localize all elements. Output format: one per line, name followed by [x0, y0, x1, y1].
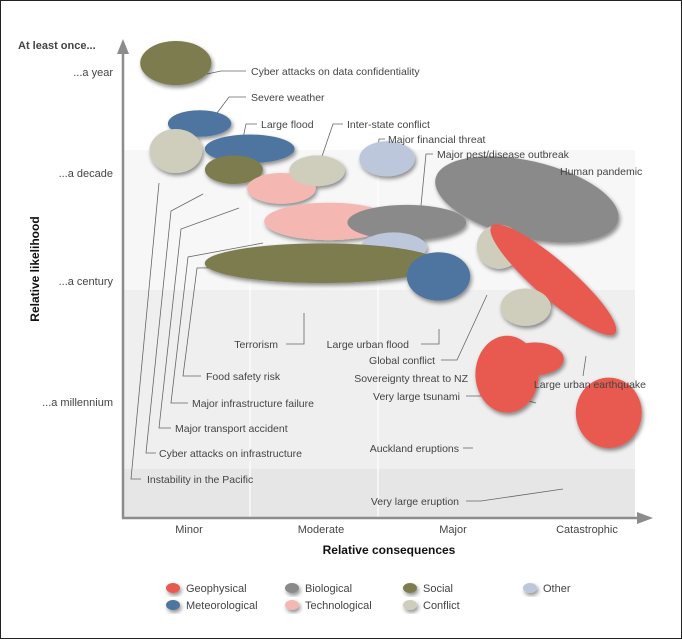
risk-bubble-large-urban-flood — [406, 252, 471, 301]
legend-swatch-technological — [285, 600, 299, 610]
x-axis-title: Relative consequences — [323, 543, 456, 557]
risk-label: Large urban earthquake — [534, 379, 646, 391]
risk-label: Major pest/disease outbreak — [437, 149, 570, 161]
legend-label-conflict: Conflict — [423, 600, 460, 612]
y-header: At least once... — [18, 40, 96, 52]
risk-label: Very large eruption — [371, 496, 459, 508]
risk-label: Major transport accident — [175, 423, 288, 435]
legend-label-meteorological: Meteorological — [186, 600, 258, 612]
risk-label: Auckland eruptions — [370, 443, 459, 455]
risk-label: Severe weather — [251, 92, 325, 104]
legend-label-other: Other — [543, 583, 571, 595]
x-tick-label: Major — [439, 524, 467, 536]
risk-label: Human pandemic — [560, 166, 642, 178]
risk-label: Major infrastructure failure — [192, 398, 314, 410]
y-tick-label: ...a year — [73, 67, 113, 79]
risk-bubble-instability-in-the-pacific — [149, 129, 203, 173]
y-tick-label: ...a decade — [59, 168, 113, 180]
risk-label: Sovereignty threat to NZ — [354, 373, 468, 385]
risk-bubble-inter-state-conflict — [289, 155, 345, 187]
risk-label: Very large tsunami — [373, 391, 460, 403]
risk-label: Cyber attacks on data confidentiality — [251, 66, 420, 78]
figure-frame: At least once... ...a year ...a decade .… — [0, 0, 682, 639]
y-tick-label: ...a millennium — [42, 397, 113, 409]
risk-label: Global conflict — [369, 355, 435, 367]
risk-label: Cyber attacks on infrastructure — [159, 448, 302, 460]
risk-bubble-major-financial-threat — [359, 141, 415, 177]
risk-label: Major financial threat — [388, 134, 486, 146]
risk-bubble-auckland-eruptions — [475, 335, 539, 413]
risk-bubble-terrorism — [204, 243, 440, 283]
risk-bubble-cyber-attacks-on-data-confidentiality — [140, 41, 212, 85]
risk-label: Inter-state conflict — [347, 119, 430, 131]
leader-cyber-data — [206, 70, 246, 75]
risk-label: Large urban flood — [327, 339, 409, 351]
risk-bubble-sovereignty-threat-to-nz — [500, 288, 551, 326]
x-axis-arrow-icon — [637, 512, 653, 524]
y-tick-label: ...a century — [59, 276, 114, 288]
legend-label-technological: Technological — [305, 600, 372, 612]
legend-label-geophysical: Geophysical — [186, 583, 247, 595]
legend-swatch-geophysical — [166, 583, 180, 593]
x-tick-label: Minor — [175, 524, 203, 536]
legend-swatch-biological — [285, 583, 299, 593]
legend-swatch-other — [523, 583, 537, 593]
risk-label: Instability in the Pacific — [147, 474, 253, 486]
risk-label: Food safety risk — [206, 371, 281, 383]
x-tick-label: Catastrophic — [556, 524, 618, 536]
legend-swatch-social — [403, 583, 417, 593]
x-tick-label: Moderate — [298, 524, 344, 536]
legend-swatch-conflict — [403, 600, 417, 610]
y-axis-arrow-icon — [117, 39, 129, 54]
legend: Geophysical Biological Social Other Meteorol… — [166, 583, 571, 612]
risk-matrix-chart: At least once... ...a year ...a decade .… — [18, 39, 653, 612]
y-axis-title: Relative likelihood — [28, 216, 42, 321]
legend-swatch-meteorological — [166, 600, 180, 610]
risk-label: Large flood — [261, 119, 314, 131]
legend-label-social: Social — [423, 583, 453, 595]
legend-label-biological: Biological — [305, 583, 352, 595]
risk-label: Terrorism — [234, 339, 278, 351]
